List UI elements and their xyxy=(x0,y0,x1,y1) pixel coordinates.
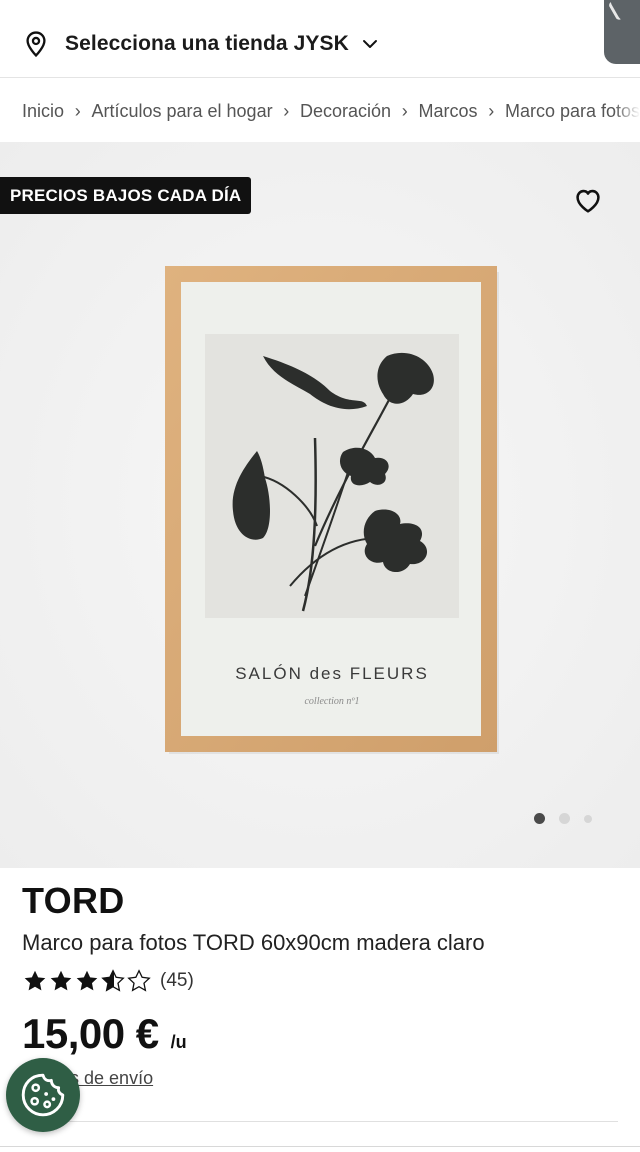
gallery-pagination xyxy=(534,813,606,824)
location-pin-icon xyxy=(26,31,46,58)
product-price: 15,00 € /u xyxy=(22,1010,187,1058)
poster-title: SALÓN des FLEURS xyxy=(235,664,429,683)
star-filled-icon xyxy=(76,970,98,991)
price-amount: 15,00 € xyxy=(22,1010,159,1057)
breadcrumb-item-articulos-hogar[interactable]: Artículos para el hogar xyxy=(91,101,272,122)
star-outline-icon xyxy=(127,969,151,992)
gallery-dot-2[interactable] xyxy=(559,813,570,824)
store-selector[interactable]: Selecciona una tienda JYSK xyxy=(22,30,379,58)
cookie-settings-button[interactable] xyxy=(6,1058,80,1132)
rating-count: (45) xyxy=(160,970,194,991)
gallery-dot-3[interactable] xyxy=(584,814,592,823)
star-filled-icon xyxy=(24,970,46,991)
breadcrumb-fade xyxy=(614,96,640,126)
breadcrumb-item-decoracion[interactable]: Decoración xyxy=(300,101,391,122)
store-selector-label: Selecciona una tienda JYSK xyxy=(65,32,349,55)
breadcrumb-separator: › xyxy=(283,100,290,121)
breadcrumb-item-marcos[interactable]: Marcos xyxy=(419,101,478,122)
promo-badge: PRECIOS BAJOS CADA DÍA xyxy=(0,177,252,214)
product-brand: TORD xyxy=(22,880,125,921)
product-gallery[interactable]: PRECIOS BAJOS CADA DÍA SALÓN des FLEURS … xyxy=(0,142,640,868)
corner-widget-icon xyxy=(607,0,627,22)
breadcrumb-separator: › xyxy=(74,100,81,121)
heart-outline-icon[interactable] xyxy=(572,184,604,216)
star-filled-icon xyxy=(50,970,72,991)
section-divider xyxy=(22,1121,618,1122)
chevron-down-icon xyxy=(362,40,377,48)
breadcrumb: Inicio › Artículos para el hogar › Decor… xyxy=(22,96,640,126)
price-unit: /u xyxy=(170,1032,187,1052)
bottom-divider xyxy=(0,1146,640,1147)
star-half-icon xyxy=(101,969,125,992)
product-image[interactable]: SALÓN des FLEURS collection nº1 xyxy=(165,266,499,754)
breadcrumb-separator: › xyxy=(401,100,408,121)
corner-widget[interactable] xyxy=(604,0,640,64)
poster-subtitle: collection nº1 xyxy=(304,696,359,707)
breadcrumb-item-inicio[interactable]: Inicio xyxy=(22,101,64,122)
header-bar: Selecciona una tienda JYSK xyxy=(0,0,640,78)
breadcrumb-separator: › xyxy=(488,100,495,121)
cookie-icon xyxy=(21,1073,65,1117)
product-title: Marco para fotos TORD 60x90cm madera cla… xyxy=(22,930,485,955)
gallery-dot-1[interactable] xyxy=(534,813,545,824)
product-rating[interactable]: (45) xyxy=(22,968,194,994)
